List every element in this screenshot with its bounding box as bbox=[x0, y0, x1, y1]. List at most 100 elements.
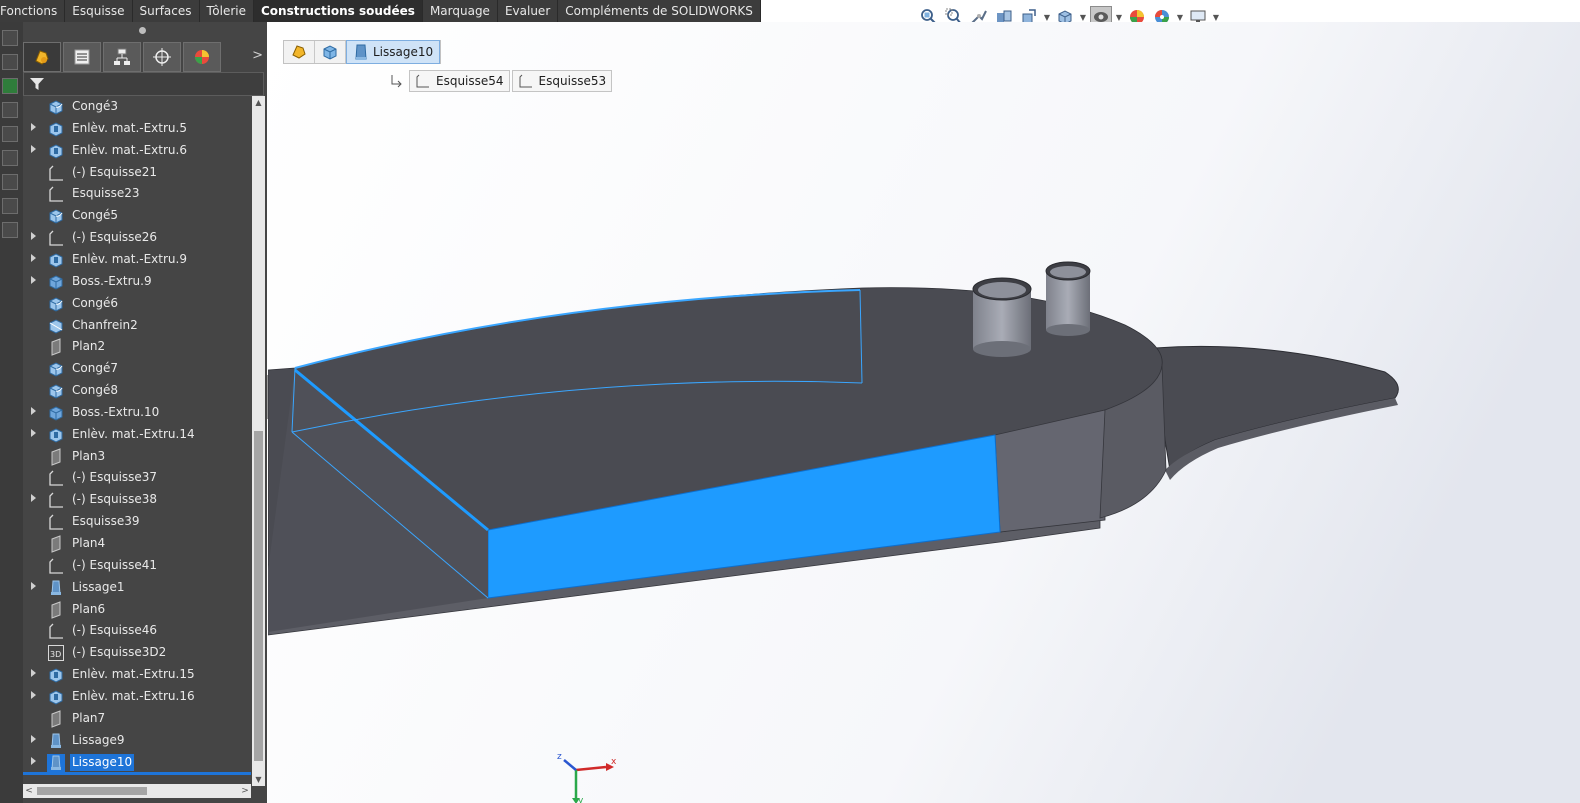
tree-item-label: (-) Esquisse21 bbox=[72, 165, 158, 179]
tree-item-cong-7[interactable]: Congé7 bbox=[23, 358, 251, 379]
expand-arrow-icon[interactable] bbox=[31, 276, 36, 284]
chevron-right-icon[interactable]: > bbox=[252, 48, 263, 63]
expand-arrow-icon[interactable] bbox=[31, 429, 36, 437]
tree-item-esquisse23[interactable]: Esquisse23 bbox=[23, 183, 251, 204]
expand-arrow-icon[interactable] bbox=[31, 494, 36, 502]
tool-icon[interactable] bbox=[2, 198, 18, 214]
tree-item-enl-v-mat-extru-6[interactable]: Enlèv. mat.-Extru.6 bbox=[23, 140, 251, 161]
tab-evaluer[interactable]: Evaluer bbox=[498, 0, 559, 22]
tree-item-plan4[interactable]: Plan4 bbox=[23, 533, 251, 554]
tree-item-label: Plan3 bbox=[72, 449, 106, 463]
filter-icon[interactable] bbox=[29, 76, 45, 92]
expand-arrow-icon[interactable] bbox=[31, 691, 36, 699]
tab-marquage[interactable]: Marquage bbox=[423, 0, 498, 22]
graphics-area[interactable]: x y z bbox=[268, 22, 1580, 803]
tree-item-cong-6[interactable]: Congé6 bbox=[23, 293, 251, 314]
tab-t-lerie[interactable]: Tôlerie bbox=[200, 0, 254, 22]
expand-arrow-icon[interactable] bbox=[31, 254, 36, 262]
tree-item-enl-v-mat-extru-16[interactable]: Enlèv. mat.-Extru.16 bbox=[23, 686, 251, 707]
feature-manager-tab-icon[interactable] bbox=[23, 42, 61, 72]
tree-horizontal-scrollbar[interactable]: < > bbox=[23, 784, 251, 798]
chevron-down-icon[interactable]: ▼ bbox=[1176, 13, 1184, 22]
tool-icon[interactable] bbox=[2, 126, 18, 142]
tab-compl-ments-de-solidworks[interactable]: Compléments de SOLIDWORKS bbox=[558, 0, 761, 22]
tool-icon[interactable] bbox=[2, 78, 18, 94]
breadcrumb-feature[interactable]: Lissage10 bbox=[346, 40, 441, 64]
tree-item-esquisse41[interactable]: (-) Esquisse41 bbox=[23, 555, 251, 576]
tree-vertical-scrollbar[interactable]: ▲ ▼ bbox=[252, 96, 265, 786]
tab-surfaces[interactable]: Surfaces bbox=[133, 0, 200, 22]
tool-icon[interactable] bbox=[2, 30, 18, 46]
tool-icon[interactable] bbox=[2, 150, 18, 166]
tree-item-esquisse38[interactable]: (-) Esquisse38 bbox=[23, 489, 251, 510]
expand-arrow-icon[interactable] bbox=[31, 669, 36, 677]
tab-esquisse[interactable]: Esquisse bbox=[65, 0, 133, 22]
breadcrumb-child-sketch[interactable]: Esquisse53 bbox=[511, 70, 613, 92]
tree-item-esquisse3d2[interactable]: 3D (-) Esquisse3D2 bbox=[23, 642, 251, 663]
chevron-down-icon[interactable]: ▼ bbox=[1043, 13, 1051, 22]
chevron-down-icon[interactable]: ▼ bbox=[1079, 13, 1087, 22]
expand-arrow-icon[interactable] bbox=[31, 145, 36, 153]
scroll-left-icon[interactable]: < bbox=[23, 784, 35, 798]
chevron-down-icon[interactable]: ▼ bbox=[1212, 13, 1220, 22]
model-view[interactable] bbox=[268, 22, 1580, 803]
chevron-down-icon[interactable]: ▼ bbox=[1115, 13, 1123, 22]
expand-arrow-icon[interactable] bbox=[31, 123, 36, 131]
expand-arrow-icon[interactable] bbox=[31, 407, 36, 415]
scroll-right-icon[interactable]: > bbox=[239, 784, 251, 798]
tree-item-esquisse37[interactable]: (-) Esquisse37 bbox=[23, 467, 251, 488]
tree-item-cong-3[interactable]: Congé3 bbox=[23, 96, 251, 117]
tree-item-lissage9[interactable]: Lissage9 bbox=[23, 730, 251, 751]
tree-item-enl-v-mat-extru-15[interactable]: Enlèv. mat.-Extru.15 bbox=[23, 664, 251, 685]
tree-item-plan6[interactable]: Plan6 bbox=[23, 599, 251, 620]
tree-item-plan7[interactable]: Plan7 bbox=[23, 708, 251, 729]
tree-item-label: Chanfrein2 bbox=[72, 318, 138, 332]
tree-item-esquisse26[interactable]: (-) Esquisse26 bbox=[23, 227, 251, 248]
expand-arrow-icon[interactable] bbox=[31, 735, 36, 743]
tree-item-label: Congé3 bbox=[72, 99, 118, 113]
coordinate-triad: x y z bbox=[556, 750, 617, 803]
expand-arrow-icon[interactable] bbox=[31, 232, 36, 240]
rollback-bar[interactable] bbox=[23, 772, 251, 775]
tree-item-esquisse39[interactable]: Esquisse39 bbox=[23, 511, 251, 532]
expand-arrow-icon[interactable] bbox=[31, 757, 36, 765]
scroll-thumb[interactable] bbox=[37, 787, 147, 795]
scroll-thumb[interactable] bbox=[254, 431, 263, 761]
tree-item-plan3[interactable]: Plan3 bbox=[23, 446, 251, 467]
tree-item-lissage10[interactable]: Lissage10 bbox=[23, 752, 251, 772]
boss-cylinder-2[interactable] bbox=[1045, 261, 1091, 336]
tool-icon[interactable] bbox=[2, 174, 18, 190]
tree-item-plan2[interactable]: Plan2 bbox=[23, 336, 251, 357]
tree-item-cong-8[interactable]: Congé8 bbox=[23, 380, 251, 401]
tree-item-chanfrein2[interactable]: Chanfrein2 bbox=[23, 315, 251, 336]
scroll-down-icon[interactable]: ▼ bbox=[252, 773, 265, 786]
tree-item-esquisse46[interactable]: (-) Esquisse46 bbox=[23, 620, 251, 641]
tree-item-cong-5[interactable]: Congé5 bbox=[23, 205, 251, 226]
tree-filter-bar[interactable] bbox=[23, 72, 264, 96]
display-manager-tab-icon[interactable] bbox=[183, 42, 221, 72]
breadcrumb-child-sketch[interactable]: Esquisse54 bbox=[409, 70, 510, 92]
tree-item-esquisse21[interactable]: (-) Esquisse21 bbox=[23, 162, 251, 183]
property-manager-tab-icon[interactable] bbox=[63, 42, 101, 72]
tree-item-enl-v-mat-extru-5[interactable]: Enlèv. mat.-Extru.5 bbox=[23, 118, 251, 139]
tree-item-boss-extru-9[interactable]: Boss.-Extru.9 bbox=[23, 271, 251, 292]
tab-fonctions[interactable]: Fonctions bbox=[0, 0, 66, 22]
tree-item-lissage1[interactable]: Lissage1 bbox=[23, 577, 251, 598]
boss-extrude-icon bbox=[47, 404, 65, 422]
tab-constructions-soud-es[interactable]: Constructions soudées bbox=[253, 0, 423, 22]
breadcrumb-body[interactable] bbox=[315, 41, 346, 63]
tool-icon[interactable] bbox=[2, 102, 18, 118]
breadcrumb-part[interactable] bbox=[284, 41, 315, 63]
tool-icon[interactable] bbox=[2, 222, 18, 238]
tree-item-enl-v-mat-extru-9[interactable]: Enlèv. mat.-Extru.9 bbox=[23, 249, 251, 270]
boss-cylinder-1[interactable] bbox=[972, 277, 1032, 357]
tool-icon[interactable] bbox=[2, 54, 18, 70]
tree-item-enl-v-mat-extru-14[interactable]: Enlèv. mat.-Extru.14 bbox=[23, 424, 251, 445]
sketch-icon bbox=[47, 185, 65, 203]
tree-item-boss-extru-10[interactable]: Boss.-Extru.10 bbox=[23, 402, 251, 423]
configuration-manager-tab-icon[interactable] bbox=[103, 42, 141, 72]
panel-grip[interactable] bbox=[139, 27, 146, 34]
expand-arrow-icon[interactable] bbox=[31, 582, 36, 590]
scroll-up-icon[interactable]: ▲ bbox=[252, 96, 265, 109]
dimxpert-tab-icon[interactable] bbox=[143, 42, 181, 72]
